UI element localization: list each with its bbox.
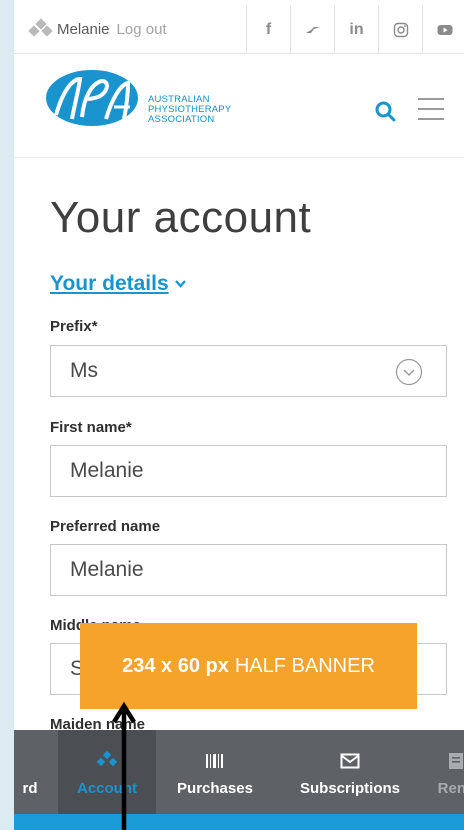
top-bar: Melanie Log out f in <box>14 6 464 54</box>
user-name: Melanie <box>57 20 110 38</box>
preferred-name-label: Preferred name <box>50 518 161 535</box>
user-info: Melanie Log out <box>28 18 167 38</box>
first-name-input[interactable]: Melanie <box>50 445 447 497</box>
search-icon[interactable] <box>374 100 396 122</box>
nav-item-renewals[interactable]: Rene <box>426 730 464 814</box>
user-icon <box>28 18 53 38</box>
twitter-icon[interactable] <box>290 6 334 54</box>
document-icon <box>448 750 464 772</box>
apa-logo-icon[interactable] <box>44 67 144 129</box>
arrow-up-icon <box>112 701 136 830</box>
bottom-strip <box>14 814 464 830</box>
logout-link[interactable]: Log out <box>117 21 167 38</box>
half-banner-ad[interactable]: 234 x 60 px HALF BANNER <box>80 623 417 709</box>
first-name-label: First name* <box>50 419 132 436</box>
instagram-icon[interactable] <box>378 6 422 54</box>
youtube-icon[interactable] <box>422 6 464 54</box>
nav-item-subscriptions[interactable]: Subscriptions <box>290 730 410 814</box>
chevron-down-circle-icon <box>395 358 423 386</box>
nav-item-dashboard[interactable]: rd <box>14 730 56 814</box>
chevron-down-icon <box>174 280 186 288</box>
envelope-icon <box>340 750 360 772</box>
prefix-select[interactable]: Ms <box>50 345 447 397</box>
nav-item-purchases[interactable]: Purchases <box>164 730 266 814</box>
your-details-link[interactable]: Your details <box>50 272 186 296</box>
prefix-label: Prefix* <box>50 318 98 335</box>
bottom-nav: rd Account Purchases Subscriptions Rene <box>14 730 464 814</box>
site-header: AUSTRALIAN PHYSIOTHERAPY ASSOCIATION <box>14 55 464 158</box>
facebook-icon[interactable]: f <box>246 6 290 54</box>
preferred-name-input[interactable]: Melanie <box>50 544 447 596</box>
hamburger-menu-icon[interactable] <box>418 98 444 122</box>
barcode-icon <box>205 750 225 772</box>
org-name: AUSTRALIAN PHYSIOTHERAPY ASSOCIATION <box>148 94 232 125</box>
social-links: f in <box>246 6 464 54</box>
linkedin-icon[interactable]: in <box>334 6 378 54</box>
page-title: Your account <box>50 193 312 242</box>
